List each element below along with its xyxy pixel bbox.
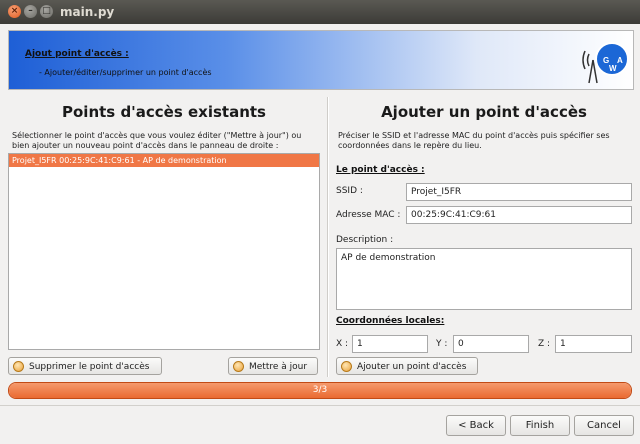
update-button[interactable]: Mettre à jour: [228, 357, 318, 375]
main-window: × – □ main.py Ajout point d'accès : - Aj…: [0, 0, 640, 444]
add-ap-label: Ajouter un point d'accès: [357, 362, 467, 372]
x-coordinate-field[interactable]: 1: [352, 335, 428, 353]
update-label: Mettre à jour: [249, 362, 308, 372]
y-label: Y :: [436, 339, 448, 349]
left-instructions-2: bien ajouter un nouveau point d'accès da…: [12, 141, 279, 150]
y-coordinate-field[interactable]: 0: [453, 335, 529, 353]
finish-button[interactable]: Finish: [510, 415, 570, 436]
mac-label: Adresse MAC :: [336, 210, 401, 220]
left-instructions-1: Sélectionner le point d'accès que vous v…: [12, 131, 302, 140]
z-label: Z :: [538, 339, 551, 349]
right-panel-title: Ajouter un point d'accès: [381, 103, 587, 121]
delete-icon: [13, 361, 24, 372]
add-icon: [341, 361, 352, 372]
banner-title: Ajout point d'accès :: [25, 49, 129, 59]
progress-bar: 3/3: [8, 382, 632, 399]
list-item[interactable]: Projet_I5FR 00:25:9C:41:C9:61 - AP de de…: [9, 154, 319, 167]
cancel-button[interactable]: Cancel: [574, 415, 634, 436]
x-label: X :: [336, 339, 349, 349]
logo-letter-w: W: [609, 64, 617, 73]
right-instructions-1: Préciser le SSID et l'adresse MAC du poi…: [338, 131, 610, 140]
update-icon: [233, 361, 244, 372]
section-access-point: Le point d'accès :: [336, 165, 425, 175]
logo-letter-a: A: [617, 56, 623, 65]
banner-subtitle: - Ajouter/éditer/supprimer un point d'ac…: [39, 68, 212, 77]
description-label: Description :: [336, 235, 394, 245]
left-panel-title: Points d'accès existants: [62, 103, 266, 121]
minimize-icon[interactable]: –: [24, 5, 37, 18]
z-coordinate-field[interactable]: 1: [555, 335, 632, 353]
add-ap-button[interactable]: Ajouter un point d'accès: [336, 357, 478, 375]
footer-divider: [0, 405, 640, 406]
progress-label: 3/3: [312, 385, 328, 395]
gwa-logo-icon: G W A: [582, 42, 629, 84]
ssid-label: SSID :: [336, 186, 363, 196]
panel-divider: [327, 97, 329, 377]
maximize-icon[interactable]: □: [40, 5, 53, 18]
section-local-coordinates: Coordonnées locales:: [336, 316, 445, 326]
header-banner: Ajout point d'accès : - Ajouter/éditer/s…: [8, 30, 634, 90]
back-button[interactable]: < Back: [446, 415, 506, 436]
access-point-list[interactable]: Projet_I5FR 00:25:9C:41:C9:61 - AP de de…: [8, 153, 320, 350]
delete-ap-label: Supprimer le point d'accès: [29, 362, 150, 372]
mac-address-field[interactable]: 00:25:9C:41:C9:61: [406, 206, 632, 224]
window-title: main.py: [60, 5, 115, 19]
close-icon[interactable]: ×: [8, 5, 21, 18]
description-field[interactable]: AP de demonstration: [336, 248, 632, 310]
delete-ap-button[interactable]: Supprimer le point d'accès: [8, 357, 162, 375]
right-instructions-2: coordonnées dans le repère du lieu.: [338, 141, 482, 150]
title-bar[interactable]: × – □ main.py: [0, 0, 640, 24]
ssid-field[interactable]: Projet_I5FR: [406, 183, 632, 201]
